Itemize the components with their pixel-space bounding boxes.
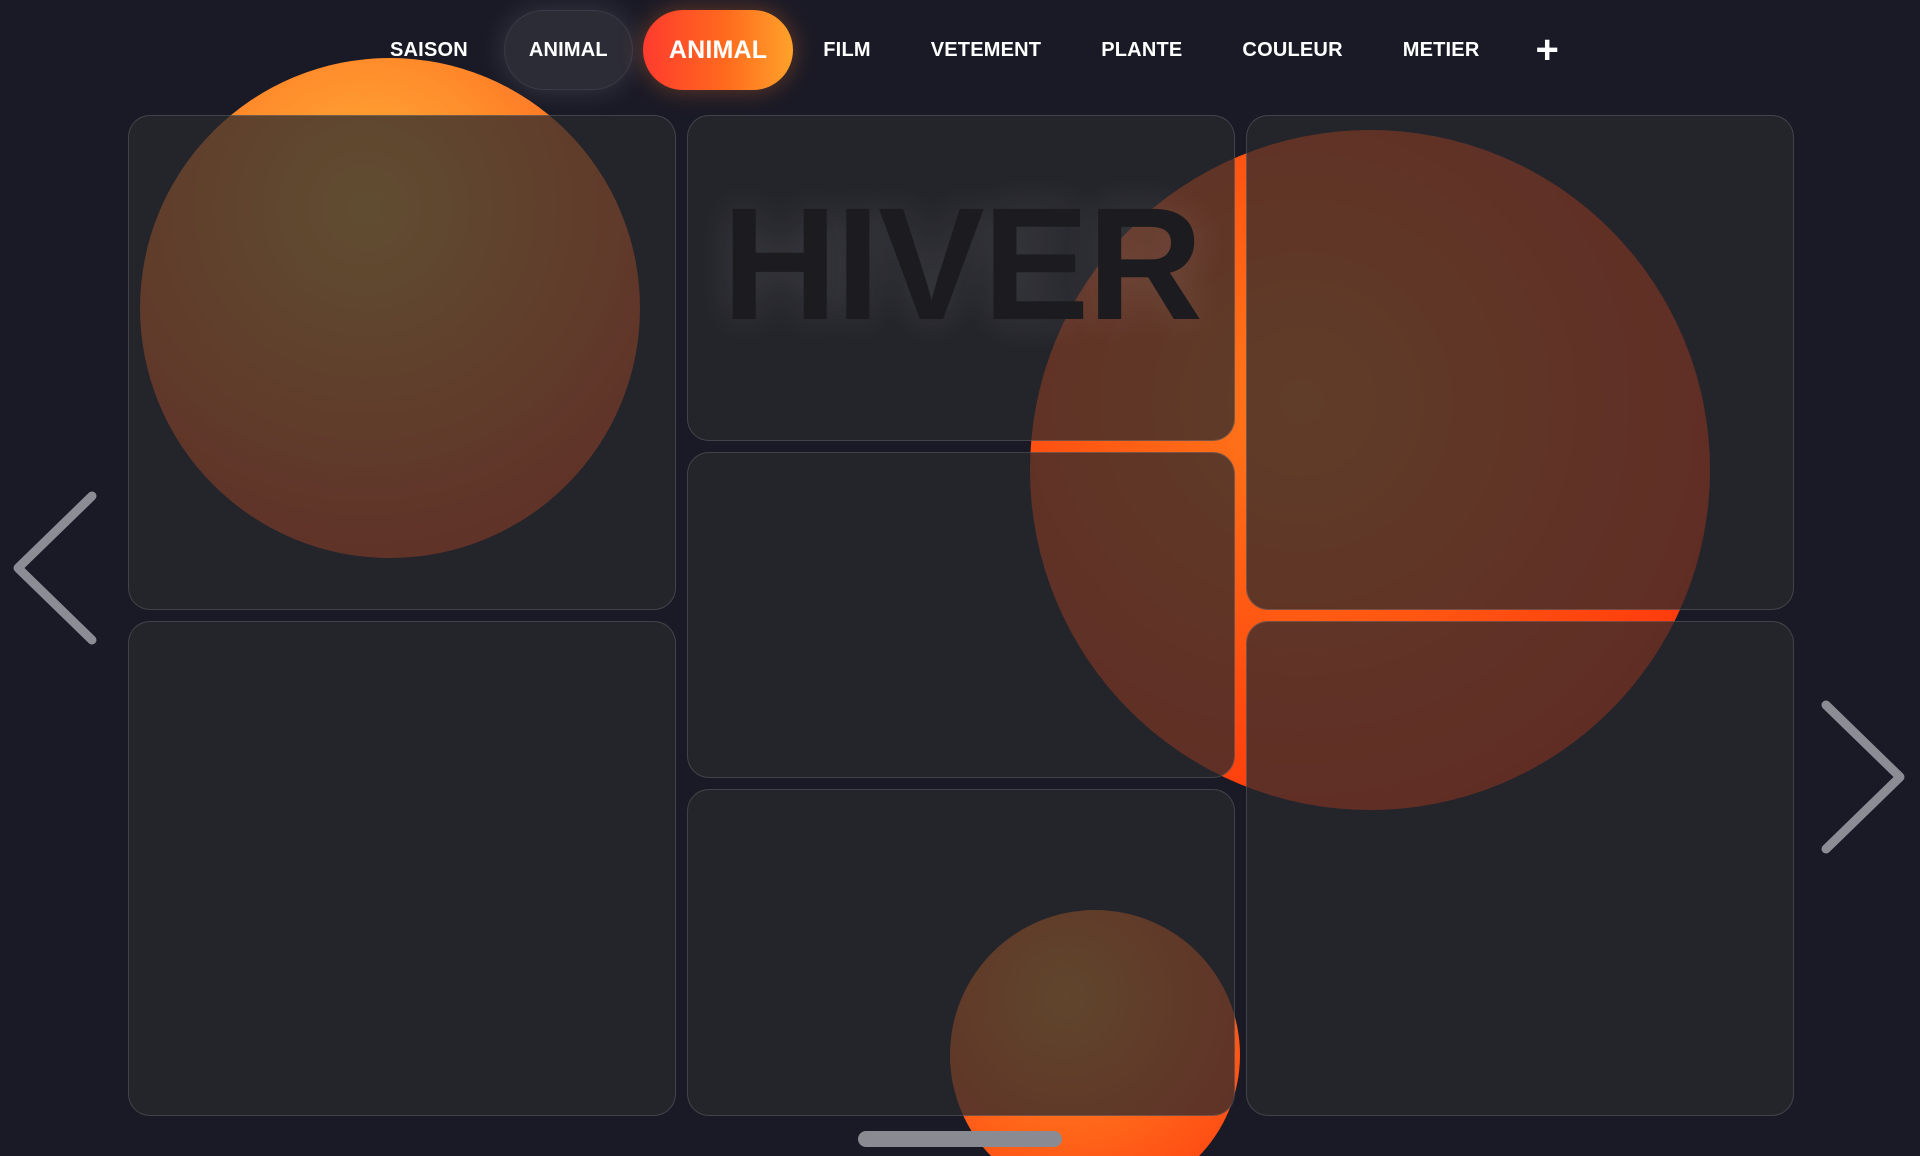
nav-item-saison[interactable]: SAISON [360,10,498,90]
app-stage: SAISON ANIMAL ANIMAL FILM VETEMENT PLANT… [0,0,1920,1156]
grid-card-featured[interactable]: HIVER [687,115,1235,441]
nav-item-plante[interactable]: PLANTE [1071,10,1212,90]
add-category-button[interactable]: + [1509,10,1584,90]
chevron-left-icon [13,491,97,645]
grid-card[interactable] [1246,115,1794,610]
plus-icon: + [1535,27,1559,72]
grid-card[interactable] [687,452,1235,778]
nav-item-animal-hover[interactable]: ANIMAL [503,10,633,90]
nav-item-animal-active[interactable]: ANIMAL [642,10,794,90]
featured-word: HIVER [722,174,1203,353]
prev-button[interactable] [10,488,100,648]
grid-card[interactable] [1246,621,1794,1116]
next-button[interactable] [1818,697,1908,857]
grid-card[interactable] [687,789,1235,1116]
grid-card[interactable] [128,621,676,1116]
nav-item-vetement[interactable]: VETEMENT [901,10,1072,90]
nav-item-couleur[interactable]: COULEUR [1212,10,1372,90]
grid-card[interactable] [128,115,676,610]
category-nav: SAISON ANIMAL ANIMAL FILM VETEMENT PLANT… [360,10,1585,90]
nav-item-metier[interactable]: METIER [1373,10,1510,90]
chevron-right-icon [1821,700,1905,854]
scroll-indicator[interactable] [858,1131,1062,1147]
nav-item-film[interactable]: FILM [793,10,900,90]
